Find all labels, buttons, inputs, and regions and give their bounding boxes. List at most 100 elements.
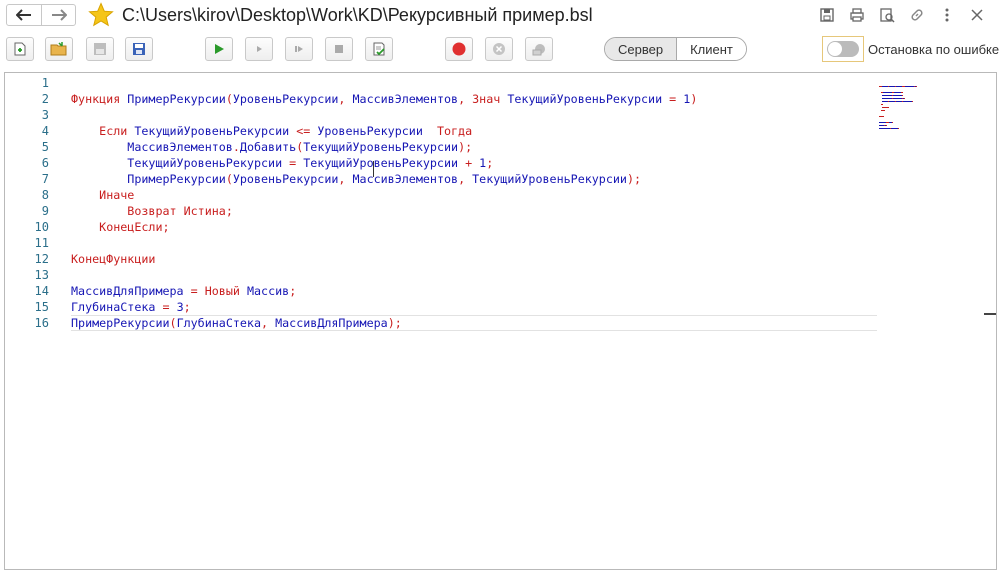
line-number: 10	[34, 220, 49, 234]
code-minimap[interactable]	[879, 75, 979, 130]
disable-breakpoints-button[interactable]	[525, 37, 553, 61]
close-button[interactable]	[967, 6, 987, 24]
code-token: Функция	[71, 92, 128, 106]
code-line[interactable]	[71, 75, 877, 91]
check-syntax-button[interactable]	[365, 37, 393, 61]
stop-button[interactable]	[325, 37, 353, 61]
code-area[interactable]: Функция ПримерРекурсии(УровеньРекурсии, …	[71, 75, 877, 331]
link-icon	[911, 9, 923, 21]
stop-on-error-toggle[interactable]	[822, 36, 864, 62]
mode-selector: Сервер Клиент	[604, 37, 747, 61]
line-number: 7	[41, 172, 49, 186]
code-token: ,	[458, 92, 473, 106]
code-editor[interactable]: 1 2 3 4 5 6 7 8 9 10 11 12 13 14 15 16 Функция ПримерРе…	[4, 72, 997, 570]
step-button[interactable]	[245, 37, 273, 61]
code-token: +	[458, 156, 480, 170]
code-token: ,	[458, 172, 473, 186]
code-token: МассивДляПримера	[71, 284, 184, 298]
clear-breakpoint-button[interactable]	[485, 37, 513, 61]
code-line[interactable]: КонецФункции	[71, 251, 877, 267]
minimap-line	[879, 84, 979, 94]
minimap-line	[879, 102, 979, 112]
code-line[interactable]: Иначе	[71, 187, 877, 203]
code-line[interactable]: ПримерРекурсии(ГлубинаСтека, МассивДляПр…	[71, 315, 877, 331]
minimap-line	[879, 90, 979, 100]
code-token: ;	[486, 156, 494, 170]
code-line[interactable]: Возврат Истина;	[71, 203, 877, 219]
save-disabled-icon	[94, 43, 106, 55]
save-button[interactable]	[125, 37, 153, 61]
code-token: МассивЭлементов	[352, 172, 459, 186]
code-token: ГлубинаСтека	[176, 316, 262, 330]
code-token: =	[155, 300, 177, 314]
code-token: Если	[99, 124, 135, 138]
breakpoint-button[interactable]	[445, 37, 473, 61]
code-token: ТекущийУровеньРекурсии	[303, 156, 459, 170]
code-token: МассивДляПримера	[275, 316, 388, 330]
forward-button[interactable]	[41, 5, 75, 25]
code-line[interactable]	[71, 107, 877, 123]
scroll-position-marker[interactable]	[984, 313, 996, 315]
open-folder-button[interactable]	[45, 37, 73, 61]
code-line[interactable]	[71, 267, 877, 283]
line-number: 15	[34, 300, 49, 314]
line-number: 14	[34, 284, 49, 298]
minimap-segment	[902, 101, 913, 103]
code-line[interactable]: КонецЕсли;	[71, 219, 877, 235]
print-button[interactable]	[847, 6, 867, 24]
code-line[interactable]: МассивДляПримера = Новый Массив;	[71, 283, 877, 299]
print-icon	[850, 8, 864, 22]
code-token: 3	[176, 300, 184, 314]
minimap-segment	[904, 86, 915, 88]
title-tools	[817, 6, 987, 24]
code-token: ПримерРекурсии	[127, 172, 226, 186]
code-token: Возврат Истина	[127, 204, 226, 218]
back-button[interactable]	[7, 5, 41, 25]
minimap-line	[879, 93, 979, 103]
favorite-button[interactable]	[88, 2, 114, 28]
code-token: ;	[225, 204, 233, 218]
code-line[interactable]: МассивЭлементов.Добавить(ТекущийУровеньР…	[71, 139, 877, 155]
code-token: (	[169, 316, 177, 330]
more-button[interactable]	[937, 6, 957, 24]
code-line[interactable]: ТекущийУровеньРекурсии = ТекущийУровеньР…	[71, 155, 877, 171]
code-token: );	[387, 316, 402, 330]
minimap-line	[879, 78, 979, 88]
arrow-left-icon	[16, 9, 31, 21]
save-disabled-button[interactable]	[86, 37, 114, 61]
code-token: ПримерРекурсии	[71, 316, 170, 330]
code-token: Знач	[472, 92, 508, 106]
preview-button[interactable]	[877, 6, 897, 24]
code-token: МассивЭлементов	[352, 92, 459, 106]
save-title-button[interactable]	[817, 6, 837, 24]
toggle-knob	[828, 42, 842, 56]
code-token: ТекущийУровеньРекурсии	[127, 156, 283, 170]
code-line[interactable]: Если ТекущийУровеньРекурсии <= УровеньРе…	[71, 123, 877, 139]
minimap-segment	[892, 98, 903, 100]
line-number: 1	[41, 76, 49, 90]
code-line[interactable]: ПримерРекурсии(УровеньРекурсии, МассивЭл…	[71, 171, 877, 187]
code-token: ,	[261, 316, 276, 330]
save-icon	[820, 8, 834, 22]
minimap-segment	[902, 95, 903, 97]
minimap-segment	[892, 95, 903, 97]
new-file-button[interactable]	[6, 37, 34, 61]
run-button[interactable]	[205, 37, 233, 61]
code-token: Добавить	[239, 140, 297, 154]
stop-icon	[335, 45, 343, 53]
code-token: ;	[289, 284, 297, 298]
link-button[interactable]	[907, 6, 927, 24]
code-line[interactable]: Функция ПримерРекурсии(УровеньРекурсии, …	[71, 91, 877, 107]
code-token: )	[690, 92, 698, 106]
code-token: Иначе	[99, 188, 135, 202]
minimap-segment	[912, 101, 913, 103]
code-line[interactable]	[71, 235, 877, 251]
step-over-button[interactable]	[285, 37, 313, 61]
mode-server[interactable]: Сервер	[605, 38, 678, 60]
code-token: ТекущийУровеньРекурсии	[507, 92, 663, 106]
code-line[interactable]: ГлубинаСтека = 3;	[71, 299, 877, 315]
mode-client[interactable]: Клиент	[677, 38, 746, 60]
code-token: ;	[162, 220, 170, 234]
